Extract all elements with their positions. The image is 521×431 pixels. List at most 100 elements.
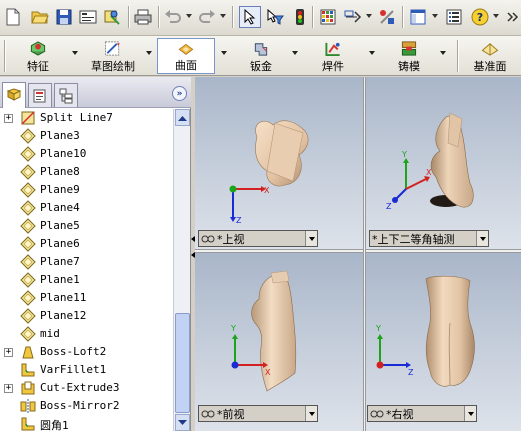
tab-weldments[interactable]: 焊件 [316, 38, 350, 74]
tree-item[interactable]: Plane12 [0, 307, 172, 325]
chevron-double-right-icon[interactable]: » [172, 86, 187, 101]
features-dropdown-icon[interactable] [72, 51, 78, 55]
tab-feature-manager[interactable] [2, 82, 26, 108]
chevron-down-icon[interactable] [464, 406, 476, 421]
view-orientation-dropdown[interactable]: *前视 [198, 405, 318, 422]
tree-item[interactable]: + Cut-Extrude3 [0, 379, 172, 397]
svg-text:Z: Z [236, 216, 242, 225]
redo-icon[interactable] [197, 7, 217, 27]
tab-mold-tools[interactable]: 铸模 [392, 38, 426, 74]
open-folder-icon[interactable] [30, 7, 50, 27]
tab-surfaces[interactable]: 曲面 [157, 38, 215, 74]
grid-icon[interactable] [318, 7, 338, 27]
expand-plus-icon[interactable]: + [4, 114, 13, 123]
view-orientation-dropdown[interactable]: *上下二等角轴测 [369, 230, 489, 247]
tree-item[interactable]: Plane10 [0, 145, 172, 163]
tree-item[interactable]: Plane5 [0, 217, 172, 235]
window-layout-dropdown-icon[interactable] [432, 14, 438, 18]
reference-plane-label: 基准面 [473, 60, 507, 73]
view-orientation-dropdown[interactable]: *上视 [198, 230, 318, 247]
redo-dropdown-icon[interactable] [220, 14, 226, 18]
select-filter-icon[interactable] [265, 7, 285, 27]
undo-dropdown-icon[interactable] [186, 14, 192, 18]
tree-item[interactable]: VarFillet1 [0, 361, 172, 379]
chevron-down-icon[interactable] [305, 231, 317, 246]
standard-toolbar: ? [0, 0, 521, 36]
tree-item[interactable]: Plane1 [0, 271, 172, 289]
scroll-down-icon[interactable] [175, 414, 190, 431]
sketch-icon [104, 41, 120, 56]
traffic-light-icon[interactable] [290, 7, 310, 27]
features-icon [30, 41, 46, 56]
tree-item[interactable]: 圆角1 [0, 415, 172, 431]
sketch-dropdown-icon[interactable] [146, 51, 152, 55]
tab-sketch[interactable]: 草图绘制 [86, 38, 140, 74]
tree-item[interactable]: + Split Line7 [0, 109, 172, 127]
scroll-up-icon[interactable] [175, 109, 190, 126]
reference-plane-button[interactable]: 基准面 [469, 38, 511, 74]
svg-text:Z: Z [408, 368, 414, 377]
tree-item[interactable]: + Boss-Loft2 [0, 343, 172, 361]
surfaces-dropdown-icon[interactable] [221, 51, 227, 55]
tree-item[interactable]: Plane3 [0, 127, 172, 145]
svg-text:X: X [264, 186, 270, 195]
more-tools-icon[interactable] [503, 7, 521, 27]
list-icon[interactable] [444, 7, 464, 27]
fillet-icon [20, 362, 36, 378]
rebuild-icon[interactable] [377, 7, 397, 27]
print-icon[interactable] [133, 7, 153, 27]
panel-tabs: » [0, 77, 191, 108]
tree-item-label: mid [40, 327, 60, 340]
new-document-icon[interactable] [3, 7, 23, 27]
properties-icon[interactable] [78, 7, 98, 27]
model-isometric-view: Y X Z [386, 112, 474, 211]
scrollbar-thumb[interactable] [175, 313, 190, 413]
window-layout-icon[interactable] [408, 7, 428, 27]
plane-icon [20, 128, 36, 144]
tree-item[interactable]: mid [0, 325, 172, 343]
weldments-dropdown-icon[interactable] [369, 51, 375, 55]
viewport-horizontal-splitter[interactable] [195, 249, 521, 253]
viewport-vertical-splitter[interactable] [363, 77, 366, 431]
view-orientation-dropdown[interactable]: *右视 [367, 405, 477, 422]
chevron-down-icon[interactable] [305, 406, 317, 421]
save-icon[interactable] [54, 7, 74, 27]
tree-item[interactable]: Plane7 [0, 253, 172, 271]
viewport-right-view[interactable]: Y Z *右视 [366, 253, 521, 431]
expand-plus-icon[interactable]: + [4, 384, 13, 393]
tree-item-label: Plane6 [40, 237, 80, 250]
tree-item[interactable]: Plane9 [0, 181, 172, 199]
tree-item[interactable]: Plane6 [0, 235, 172, 253]
expand-plus-icon[interactable]: + [4, 348, 13, 357]
cut-extrude-icon [20, 380, 36, 396]
help-dropdown-icon[interactable] [493, 14, 499, 18]
mold-tools-dropdown-icon[interactable] [440, 51, 446, 55]
toolbar-separator [402, 6, 404, 28]
tree-item[interactable]: Plane11 [0, 289, 172, 307]
feature-tree-icon [6, 87, 22, 101]
viewport-trimetric-view[interactable]: Y X Z *上下二等角轴测 [366, 77, 521, 249]
tree-item[interactable]: Plane4 [0, 199, 172, 217]
sheet-metal-dropdown-icon[interactable] [292, 51, 298, 55]
tree-item-label: 圆角1 [40, 419, 69, 431]
select-pointer-icon[interactable] [239, 6, 261, 28]
viewport-front-view[interactable]: Y X *前视 [195, 253, 363, 431]
dimension-dropdown-icon[interactable] [366, 14, 372, 18]
help-icon[interactable]: ? [470, 7, 490, 27]
tree-item[interactable]: Plane8 [0, 163, 172, 181]
tree-item[interactable]: Boss-Mirror2 [0, 397, 172, 415]
dimension-icon[interactable] [343, 7, 363, 27]
tab-sheet-metal[interactable]: 钣金 [244, 38, 278, 74]
tab-configuration-manager[interactable] [54, 83, 78, 107]
mirror-icon [20, 398, 36, 414]
tree-scrollbar[interactable] [173, 109, 190, 431]
view-label: *上下二等角轴测 [372, 232, 455, 246]
viewport-top-view[interactable]: X Z *上视 [195, 77, 363, 249]
tab-features[interactable]: 特征 [20, 38, 56, 74]
tab-property-manager[interactable] [28, 83, 52, 107]
chevron-down-icon[interactable] [476, 231, 488, 246]
options-icon[interactable] [102, 7, 122, 27]
undo-icon[interactable] [163, 7, 183, 27]
command-manager: 特征 草图绘制 曲面 钣金 焊件 铸模 基准面 [0, 36, 521, 76]
tree-item-label: Plane11 [40, 291, 87, 304]
